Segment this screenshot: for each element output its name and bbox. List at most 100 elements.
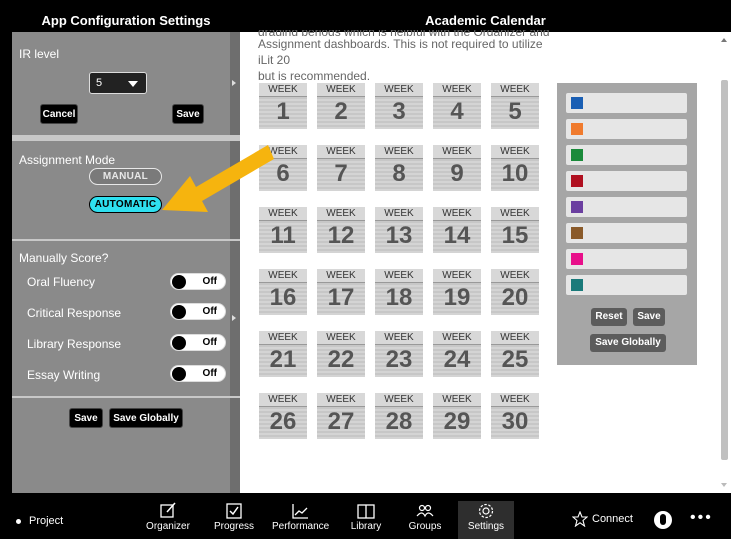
scrollbar-thumb[interactable] [721, 80, 728, 460]
week-label: WEEK [433, 331, 481, 345]
week-tile[interactable]: WEEK 30 [491, 393, 539, 439]
connect-button[interactable]: Connect [571, 510, 633, 528]
week-tile[interactable]: WEEK 20 [491, 269, 539, 315]
week-tile[interactable]: WEEK 4 [433, 83, 481, 129]
academic-calendar-title: Academic Calendar [240, 10, 731, 32]
colors-reset-button[interactable]: Reset [591, 308, 627, 326]
week-tile[interactable]: WEEK 28 [375, 393, 423, 439]
week-label: WEEK [433, 145, 481, 159]
week-tile[interactable]: WEEK 17 [317, 269, 365, 315]
ir-save-button[interactable]: Save [172, 104, 204, 124]
color-swatch-row[interactable] [566, 249, 687, 269]
essay-writing-toggle[interactable]: Off [170, 365, 226, 382]
week-tile[interactable]: WEEK 15 [491, 207, 539, 253]
intro-line-3: but is recommended. [258, 69, 371, 83]
week-number: 13 [385, 222, 413, 249]
week-tile[interactable]: WEEK 12 [317, 207, 365, 253]
color-swatch-row[interactable] [566, 197, 687, 217]
color-swatch [571, 279, 583, 291]
critical-response-toggle[interactable]: Off [170, 303, 226, 320]
week-number: 19 [443, 284, 471, 311]
nav-label: Settings [467, 521, 505, 532]
ir-level-label: IR level [19, 47, 60, 61]
color-swatch-row[interactable] [566, 275, 687, 295]
week-tile[interactable]: WEEK 5 [491, 83, 539, 129]
toggle-knob [172, 275, 186, 289]
color-swatch-row[interactable] [566, 145, 687, 165]
week-tile[interactable]: WEEK 21 [259, 331, 307, 377]
toggle-state: Off [202, 337, 217, 348]
week-label: WEEK [317, 269, 365, 283]
week-label: WEEK [491, 331, 539, 345]
oral-fluency-toggle[interactable]: Off [170, 273, 226, 290]
week-tile[interactable]: WEEK 23 [375, 331, 423, 377]
week-label: WEEK [375, 393, 423, 407]
week-tile[interactable]: WEEK 14 [433, 207, 481, 253]
week-tile[interactable]: WEEK 7 [317, 145, 365, 191]
bottom-navigation-bar: Project Organizer Progress Performance L… [0, 497, 731, 539]
library-response-toggle[interactable]: Off [170, 334, 226, 351]
nav-organizer[interactable]: Organizer [140, 501, 196, 539]
week-label: WEEK [491, 207, 539, 221]
score-save-globally-button[interactable]: Save Globally [109, 408, 183, 428]
week-number: 27 [327, 408, 355, 435]
more-options-icon[interactable]: ••• [690, 509, 713, 527]
week-tile[interactable]: WEEK 24 [433, 331, 481, 377]
colors-save-globally-button[interactable]: Save Globally [590, 334, 666, 352]
colors-save-button[interactable]: Save [633, 308, 665, 326]
line-chart-icon [292, 504, 308, 519]
toggle-state: Off [202, 306, 217, 317]
nav-groups[interactable]: Groups [397, 501, 453, 539]
project-item[interactable]: Project [16, 515, 63, 527]
week-tile[interactable]: WEEK 29 [433, 393, 481, 439]
nav-settings[interactable]: Settings [458, 501, 514, 539]
color-swatch-row[interactable] [566, 119, 687, 139]
week-tile[interactable]: WEEK 10 [491, 145, 539, 191]
rail-arrow-icon[interactable] [232, 315, 236, 321]
calendar-scrollbar[interactable] [718, 34, 728, 489]
week-label: WEEK [375, 331, 423, 345]
section-divider [12, 239, 240, 241]
scroll-up-icon[interactable] [721, 38, 727, 42]
manual-mode-button[interactable]: MANUAL [89, 168, 162, 185]
critical-response-label: Critical Response [27, 306, 122, 320]
week-tile[interactable]: WEEK 9 [433, 145, 481, 191]
week-tile[interactable]: WEEK 2 [317, 83, 365, 129]
week-label: WEEK [317, 393, 365, 407]
week-number: 8 [392, 160, 406, 187]
nav-progress[interactable]: Progress [206, 501, 262, 539]
ir-level-select[interactable]: 5 [89, 72, 147, 94]
nav-label: Performance [272, 521, 330, 532]
avatar[interactable] [654, 511, 672, 529]
color-swatch-row[interactable] [566, 93, 687, 113]
week-label: WEEK [433, 393, 481, 407]
rail-arrow-icon[interactable] [232, 80, 236, 86]
week-tile[interactable]: WEEK 8 [375, 145, 423, 191]
week-number: 30 [501, 408, 529, 435]
score-save-button[interactable]: Save [69, 408, 103, 428]
star-icon [571, 510, 589, 528]
week-tile[interactable]: WEEK 1 [259, 83, 307, 129]
week-tile[interactable]: WEEK 22 [317, 331, 365, 377]
week-tile[interactable]: WEEK 26 [259, 393, 307, 439]
scroll-down-icon[interactable] [721, 483, 727, 487]
nav-library[interactable]: Library [338, 501, 394, 539]
week-number: 7 [334, 160, 348, 187]
week-tile[interactable]: WEEK 25 [491, 331, 539, 377]
week-number: 11 [270, 222, 296, 249]
color-swatch-row[interactable] [566, 171, 687, 191]
ir-cancel-button[interactable]: Cancel [40, 104, 78, 124]
color-swatch-row[interactable] [566, 223, 687, 243]
week-label: WEEK [317, 145, 365, 159]
week-tile[interactable]: WEEK 16 [259, 269, 307, 315]
automatic-mode-button[interactable]: AUTOMATIC [89, 196, 162, 213]
nav-performance[interactable]: Performance [272, 501, 330, 539]
week-tile[interactable]: WEEK 13 [375, 207, 423, 253]
week-tile[interactable]: WEEK 18 [375, 269, 423, 315]
week-tile[interactable]: WEEK 19 [433, 269, 481, 315]
week-tile[interactable]: WEEK 27 [317, 393, 365, 439]
week-tile[interactable]: WEEK 3 [375, 83, 423, 129]
week-number: 25 [501, 346, 529, 373]
week-label: WEEK [433, 83, 481, 97]
week-number: 28 [385, 408, 413, 435]
